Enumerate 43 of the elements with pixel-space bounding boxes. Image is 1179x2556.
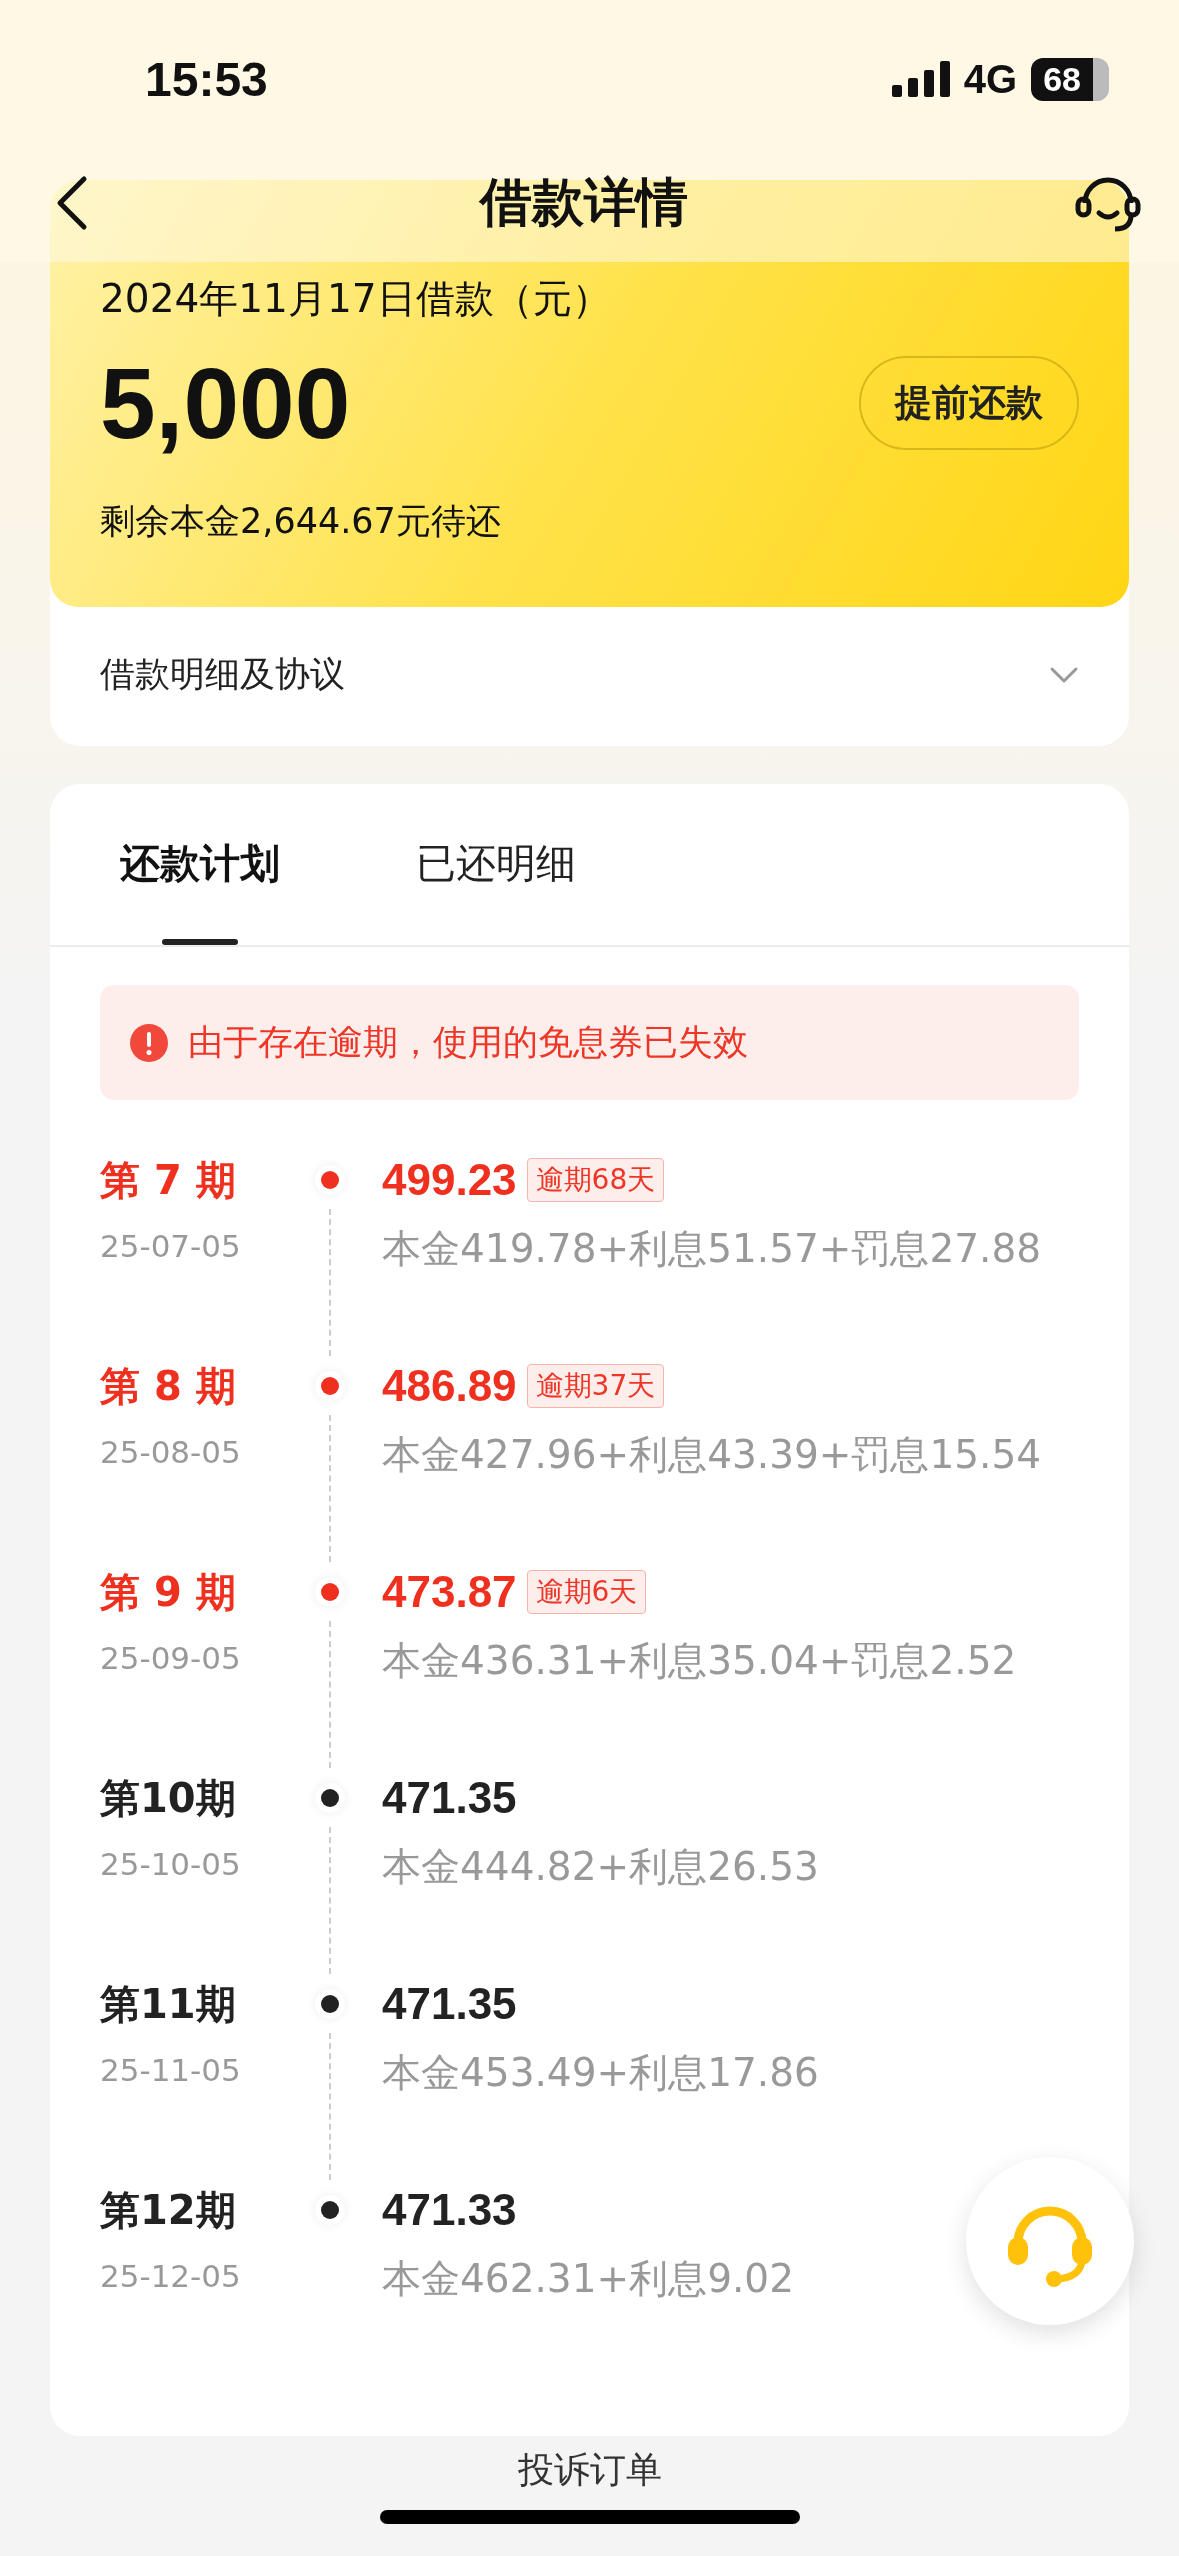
signal-icon [891, 61, 950, 97]
amount-breakdown: 本金419.78+利息51.57+罚息27.88 [382, 1225, 1043, 1273]
period-label: 第11期 [100, 1980, 237, 2029]
loan-amount: 5,000 [100, 348, 351, 458]
period-label: 第10期 [100, 1774, 237, 1823]
alert-text: 由于存在逾期，使用的免息券已失效 [188, 1021, 748, 1064]
period-label: 第 7 期 [100, 1156, 237, 1205]
network-label: 4G [963, 56, 1018, 102]
installment-amount: 473.87 [382, 1567, 517, 1617]
amount-breakdown: 本金427.96+利息43.39+罚息15.54 [382, 1431, 1043, 1479]
page-title: 借款详情 [479, 171, 688, 234]
period-label: 第 9 期 [100, 1568, 237, 1617]
chevron-down-icon[interactable] [1049, 665, 1079, 684]
due-date: 25-09-05 [100, 1640, 242, 1676]
complaint-link[interactable]: 投诉订单 [517, 2446, 662, 2495]
installment-amount: 499.23 [382, 1155, 517, 1205]
prepay-button[interactable]: 提前还款 [859, 356, 1079, 450]
period-label: 第 8 期 [100, 1362, 237, 1411]
tab[interactable]: 已还明细 [416, 784, 576, 945]
battery-indicator: 68 [1031, 57, 1109, 101]
details-link[interactable]: 借款明细及协议 [100, 651, 345, 698]
due-date: 25-10-05 [100, 1846, 242, 1882]
overdue-tag: 逾期68天 [526, 1158, 665, 1202]
status-time: 15:53 [145, 51, 268, 107]
overdue-tag: 逾期37天 [526, 1364, 665, 1408]
overdue-tag: 逾期6天 [526, 1570, 647, 1614]
warning-icon [130, 1023, 168, 1062]
amount-breakdown: 本金453.49+利息17.86 [382, 2049, 820, 2097]
amount-breakdown: 本金444.82+利息26.53 [382, 1843, 820, 1891]
due-date: 25-11-05 [100, 2052, 242, 2088]
installment-amount: 471.35 [382, 1773, 517, 1823]
due-date: 25-12-05 [100, 2258, 242, 2294]
due-date: 25-08-05 [100, 1434, 242, 1470]
period-label: 第12期 [100, 2186, 237, 2235]
installment-amount: 471.33 [382, 2185, 517, 2235]
remaining-principal: 剩余本金2,644.67元待还 [100, 500, 502, 543]
installment-amount: 471.35 [382, 1979, 517, 2029]
amount-breakdown: 本金436.31+利息35.04+罚息2.52 [382, 1637, 1018, 1685]
due-date: 25-07-05 [100, 1228, 242, 1264]
installment-amount: 486.89 [382, 1361, 517, 1411]
loan-date-label: 2024年11月17日借款（元） [100, 275, 612, 323]
amount-breakdown: 本金462.31+利息9.02 [382, 2255, 795, 2303]
tab[interactable]: 还款计划 [120, 784, 280, 945]
